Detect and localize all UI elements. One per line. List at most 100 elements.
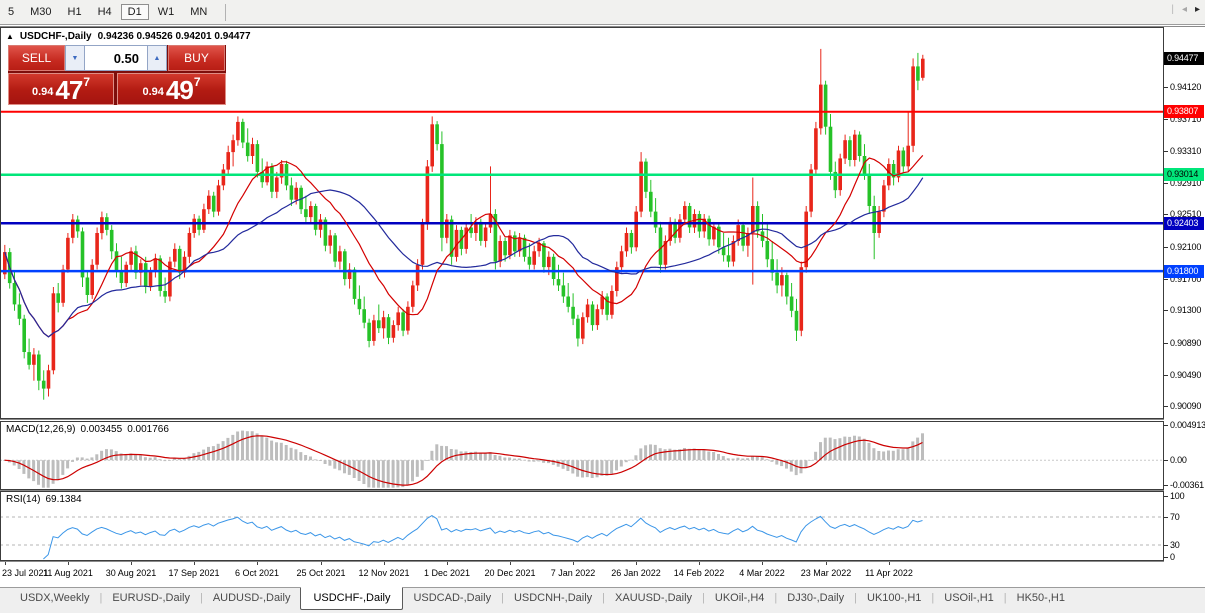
candle-body — [911, 66, 915, 145]
date-axis[interactable]: 23 Jul 202111 Aug 202130 Aug 202117 Sep … — [0, 562, 1164, 587]
candle-body — [392, 325, 396, 338]
macd-histogram-bar — [42, 460, 45, 488]
candle-body — [882, 185, 886, 211]
macd-histogram-bar — [464, 451, 467, 460]
tab-usdchf-daily[interactable]: USDCHF-,Daily — [300, 587, 403, 610]
volume-input[interactable]: 0.50 — [85, 45, 147, 71]
macd-histogram-bar — [634, 455, 637, 460]
tab-scroll-buttons: | ◂ ▸ — [1171, 4, 1200, 15]
macd-histogram-bar — [882, 452, 885, 461]
candle-body — [387, 317, 391, 338]
buy-price-big: 49 — [166, 78, 193, 102]
macd-histogram-bar — [897, 449, 900, 460]
tab-uk100-h1[interactable]: UK100-,H1 — [857, 588, 931, 609]
tab-audusd-daily[interactable]: AUDUSD-,Daily — [203, 588, 301, 609]
macd-histogram-bar — [615, 460, 618, 470]
macd-histogram-bar — [178, 459, 181, 460]
candle-body — [37, 355, 41, 381]
candle-body — [382, 317, 386, 328]
candle-body — [916, 66, 920, 80]
date-label: 17 Sep 2021 — [166, 568, 222, 578]
tab-divider: | — [1171, 4, 1174, 15]
volume-decrease-button[interactable]: ▼ — [65, 45, 85, 71]
timeframe-button-mn[interactable]: MN — [183, 4, 214, 20]
rsi-pane-canvas[interactable] — [0, 491, 1164, 561]
tab-usdcnh-daily[interactable]: USDCNH-,Daily — [504, 588, 602, 609]
macd-histogram-bar — [620, 460, 623, 466]
macd-histogram-bar — [154, 457, 157, 460]
buy-button[interactable]: BUY — [168, 45, 225, 71]
macd-histogram-bar — [863, 439, 866, 461]
buy-price-box[interactable]: 0.94 49 7 — [117, 73, 226, 105]
sell-price-box[interactable]: 0.94 47 7 — [8, 73, 114, 105]
timeframe-button-m30[interactable]: M30 — [23, 4, 58, 20]
candle-body — [22, 319, 26, 352]
tab-usdcad-daily[interactable]: USDCAD-,Daily — [403, 588, 501, 609]
macd-axis-label: 0.00 — [1170, 455, 1187, 465]
tab-scroll-left-icon[interactable]: ◂ — [1182, 4, 1187, 15]
macd-histogram-bar — [76, 458, 79, 461]
axis-tick-mark — [1164, 425, 1168, 426]
timeframe-button-d1[interactable]: D1 — [121, 4, 149, 20]
triangle-up-icon: ▲ — [154, 55, 161, 62]
date-tick-mark — [321, 562, 322, 565]
macd-histogram-bar — [877, 451, 880, 460]
candle-body — [154, 258, 158, 271]
tab-dj30-daily[interactable]: DJ30-,Daily — [777, 588, 854, 609]
price-tick-label: 0.90490 — [1170, 370, 1201, 380]
candle-body — [353, 270, 357, 299]
timeframe-button-h4[interactable]: H4 — [91, 4, 119, 20]
macd-histogram-bar — [163, 460, 166, 461]
price-axis[interactable]: 0.945100.941200.937100.933100.929100.925… — [1164, 27, 1205, 562]
macd-histogram-bar — [362, 460, 365, 484]
collapse-panel-icon[interactable]: ▲ — [6, 32, 14, 41]
timeframe-button-w1[interactable]: W1 — [151, 4, 182, 20]
candle-body — [547, 257, 551, 267]
macd-histogram-bar — [916, 438, 919, 461]
date-tick-mark — [636, 562, 637, 565]
sell-price-prefix: 0.94 — [32, 86, 53, 98]
volume-increase-button[interactable]: ▲ — [147, 45, 167, 71]
macd-histogram-bar — [581, 460, 584, 477]
macd-histogram-bar — [222, 441, 225, 460]
macd-histogram-bar — [707, 452, 710, 461]
candle-body — [333, 235, 337, 261]
tab-usoil-h1[interactable]: USOil-,H1 — [934, 588, 1004, 609]
tab-xauusd-daily[interactable]: XAUUSD-,Daily — [605, 588, 702, 609]
macd-histogram-bar — [838, 438, 841, 460]
candle-body — [780, 275, 784, 285]
macd-histogram-bar — [314, 459, 317, 460]
candle-body — [858, 135, 862, 156]
rsi-axis-label: 70 — [1170, 512, 1180, 522]
tab-scroll-right-icon[interactable]: ▸ — [1195, 4, 1200, 15]
tab-eurusd-daily[interactable]: EURUSD-,Daily — [102, 588, 200, 609]
date-tick-mark — [699, 562, 700, 565]
timeframe-button-5[interactable]: 5 — [1, 4, 21, 20]
pane-separator[interactable] — [0, 419, 1205, 420]
macd-histogram-bar — [460, 451, 463, 460]
axis-tick-mark — [1164, 310, 1168, 311]
macd-histogram-bar — [139, 455, 142, 460]
macd-histogram-bar — [722, 456, 725, 460]
candle-body — [406, 307, 410, 331]
tab-hk50-h1[interactable]: HK50-,H1 — [1007, 588, 1075, 609]
tab-ukoil-h4[interactable]: UKOil-,H4 — [705, 588, 775, 609]
candle-body — [654, 212, 658, 228]
macd-histogram-bar — [372, 460, 375, 488]
candle-body — [620, 251, 624, 267]
macd-histogram-bar — [265, 438, 268, 461]
macd-histogram-bar — [110, 449, 113, 460]
candle-body — [95, 233, 99, 265]
sell-button[interactable]: SELL — [8, 45, 65, 71]
candle-body — [236, 122, 240, 140]
pane-separator[interactable] — [0, 490, 1205, 491]
macd-pane-canvas[interactable] — [0, 421, 1164, 490]
macd-histogram-bar — [736, 458, 739, 461]
candle-body — [256, 144, 260, 172]
macd-histogram-bar — [630, 460, 633, 461]
tab-usdx-weekly[interactable]: USDX,Weekly — [10, 588, 99, 609]
timeframe-button-h1[interactable]: H1 — [61, 4, 89, 20]
macd-histogram-bar — [868, 443, 871, 460]
macd-histogram-bar — [217, 444, 220, 460]
candle-body — [819, 85, 823, 129]
